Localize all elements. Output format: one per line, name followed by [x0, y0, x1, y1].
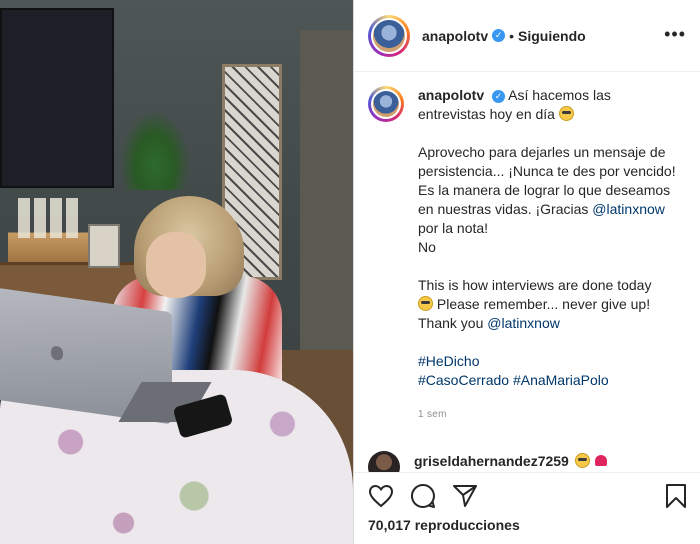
post-sidebar: anapolotv ✓ • Siguiendo ••• anapolotv ✓ …	[353, 0, 700, 544]
hashtag-link[interactable]: #AnaMariaPolo	[513, 372, 609, 388]
emoji-icon	[558, 106, 574, 121]
caption-thanks: Thank you	[418, 315, 484, 331]
header-username[interactable]: anapolotv	[422, 28, 488, 44]
more-options-icon[interactable]: •••	[664, 24, 686, 45]
face	[146, 232, 206, 298]
caption-para3-mid: Please remember... never give up!	[436, 296, 651, 312]
heart-emoji-icon	[595, 455, 608, 466]
comment-emojis	[574, 453, 608, 469]
emoji-icon	[574, 453, 590, 468]
caption: anapolotv ✓ Así hacemos las entrevistas …	[354, 72, 700, 452]
apple-logo-icon	[51, 345, 63, 362]
doorway	[300, 30, 353, 360]
share-icon[interactable]	[452, 484, 478, 508]
caption-para2-end: por la nota!	[418, 220, 489, 236]
hashtag-link[interactable]: #HeDicho	[418, 353, 479, 369]
commenter-username[interactable]: griseldahernandez7259	[414, 453, 569, 469]
verified-icon: ✓	[492, 89, 506, 103]
verified-icon: ✓	[492, 29, 506, 42]
commenter-avatar[interactable]	[368, 451, 400, 472]
post-video[interactable]	[0, 0, 353, 544]
mention-link[interactable]: @latinxnow	[487, 315, 560, 331]
following-button[interactable]: Siguiendo	[518, 28, 586, 44]
comment-row: griseldahernandez7259	[354, 450, 700, 472]
bookmark-icon[interactable]	[665, 483, 687, 509]
post-time[interactable]: 1 sem	[418, 405, 682, 424]
action-bar: 70,017 reproducciones	[354, 472, 700, 544]
caption-para3: This is how interviews are done today	[418, 277, 652, 293]
emoji-icon	[418, 296, 433, 311]
view-count[interactable]: 70,017 reproducciones	[368, 517, 687, 533]
caption-no: No	[418, 239, 436, 255]
model-ship	[8, 188, 88, 262]
profile-avatar[interactable]	[368, 14, 410, 57]
post-header: anapolotv ✓ • Siguiendo •••	[354, 0, 700, 72]
mention-link[interactable]: @latinxnow	[592, 201, 665, 217]
hashtag-link[interactable]: #CasoCerrado	[418, 372, 509, 388]
caption-body: anapolotv ✓ Así hacemos las entrevistas …	[418, 86, 682, 438]
comment-icon[interactable]	[410, 483, 436, 509]
tv-screen	[0, 8, 114, 188]
heart-icon[interactable]	[368, 484, 394, 508]
plant	[120, 110, 190, 190]
caption-username[interactable]: anapolotv	[418, 87, 484, 103]
separator-dot: •	[509, 27, 515, 44]
caption-avatar[interactable]	[368, 86, 404, 122]
